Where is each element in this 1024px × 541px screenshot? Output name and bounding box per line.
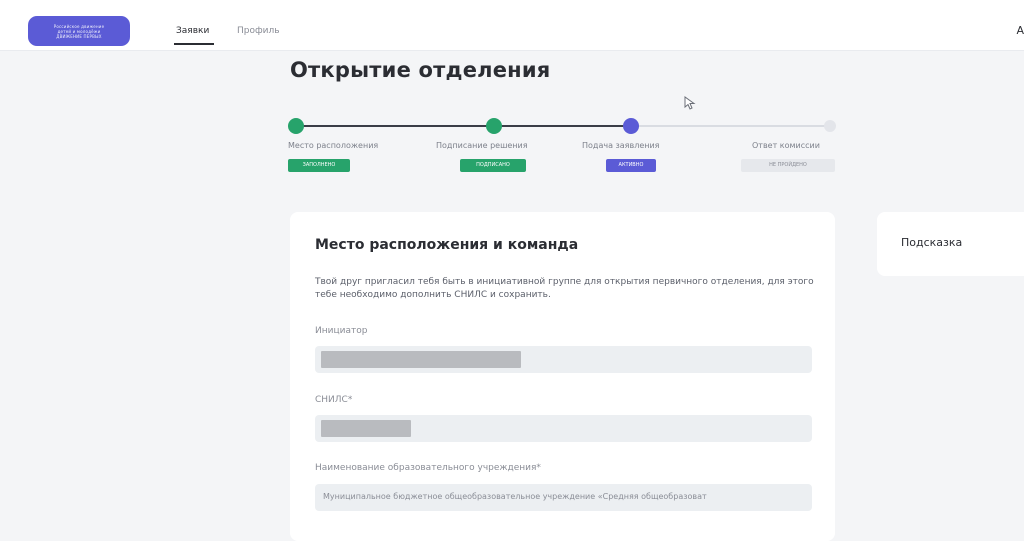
step-3-label: Подача заявления — [582, 141, 660, 150]
step-4-label: Ответ комиссии — [752, 141, 820, 150]
mouse-cursor-icon — [684, 96, 696, 110]
snils-value-redacted — [321, 420, 411, 437]
initiator-field[interactable] — [315, 346, 812, 373]
logo-line-3: ДВИЖЕНИЕ ПЕРВЫХ — [56, 33, 102, 39]
form-description: Твой друг пригласил тебя быть в инициати… — [315, 277, 814, 300]
hint-title: Подсказка — [901, 236, 963, 249]
step-4-dot — [824, 120, 836, 132]
logo[interactable]: Российское движение детей и молодёжи ДВИ… — [28, 16, 130, 46]
form-title: Место расположения и команда — [315, 237, 579, 253]
initiator-label: Инициатор — [315, 326, 368, 336]
school-label: Наименование образовательного учреждения… — [315, 463, 541, 473]
form-card: Место расположения и команда Твой друг п… — [290, 212, 835, 541]
school-value: Муниципальное бюджетное общеобразователь… — [323, 492, 707, 501]
step-4-status-badge: НЕ ПРОЙДЕНО — [741, 159, 835, 172]
step-1-label: Место расположения — [288, 141, 379, 150]
step-1-dot — [288, 118, 304, 134]
top-bar: Российское движение детей и молодёжи ДВИ… — [0, 0, 1024, 51]
step-2-status-badge: ПОДПИСАНО — [460, 159, 526, 172]
tab-applications[interactable]: Заявки — [176, 26, 209, 36]
step-2-dot — [486, 118, 502, 134]
snils-field[interactable] — [315, 415, 812, 442]
user-menu[interactable]: А — [1016, 24, 1024, 37]
step-3-status-badge: АКТИВНО — [606, 159, 656, 172]
initiator-value-redacted — [321, 351, 521, 368]
step-1-status-badge: ЗАПОЛНЕНО — [288, 159, 350, 172]
stepper-progress — [296, 125, 630, 127]
snils-label: СНИЛС* — [315, 395, 353, 405]
school-field[interactable]: Муниципальное бюджетное общеобразователь… — [315, 484, 812, 511]
tab-profile[interactable]: Профиль — [237, 26, 280, 36]
active-tab-indicator — [174, 43, 214, 45]
step-2-label: Подписание решения — [436, 141, 528, 150]
step-3-dot — [623, 118, 639, 134]
page-title: Открытие отделения — [290, 58, 551, 82]
hint-card: Подсказка — [877, 212, 1024, 276]
